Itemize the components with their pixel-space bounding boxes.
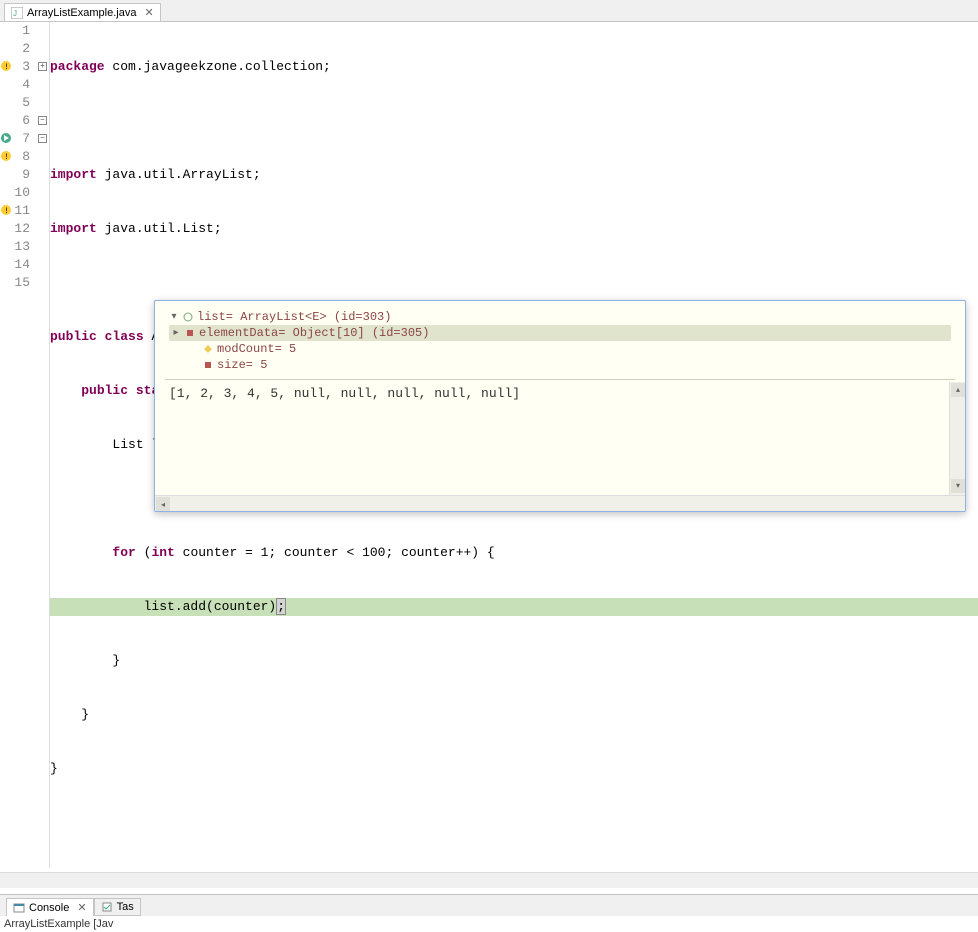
scroll-down-icon[interactable]: ▾ xyxy=(951,479,965,493)
svg-text:!: ! xyxy=(4,153,9,162)
warning-icon: ! xyxy=(0,150,12,162)
tree-node-label: modCount= 5 xyxy=(217,342,296,356)
expand-toggle-icon[interactable]: ▾ xyxy=(169,311,179,323)
console-icon xyxy=(13,902,25,914)
warning-icon: ! xyxy=(0,60,12,72)
scroll-left-icon[interactable]: ◂ xyxy=(156,497,170,511)
svg-text:!: ! xyxy=(4,63,9,72)
popup-horizontal-scrollbar[interactable]: ◂ xyxy=(155,495,965,511)
close-icon[interactable]: ✕ xyxy=(140,6,153,19)
tree-node-label: list= ArrayList<E> (id=303) xyxy=(197,310,391,324)
close-icon[interactable]: ✕ xyxy=(73,901,86,914)
tree-node-label: elementData= Object[10] (id=305) xyxy=(199,326,429,340)
svg-text:!: ! xyxy=(4,207,9,216)
warning-icon: ! xyxy=(0,204,12,216)
popup-vertical-scrollbar[interactable]: ▴ ▾ xyxy=(949,382,965,495)
line-number-gutter: 1 2 !3 4 5 6 7 !8 9 10 !11 12 13 14 15 xyxy=(0,22,36,868)
debug-hover-popup: ▾ list= ArrayList<E> (id=303) ▸ elementD… xyxy=(154,300,966,512)
tasks-tab[interactable]: Tas xyxy=(94,898,141,916)
editor-tab-bar: J ArrayListExample.java ✕ xyxy=(0,0,978,22)
tree-node-label: size= 5 xyxy=(217,358,267,372)
circle-icon xyxy=(183,312,193,322)
scroll-up-icon[interactable]: ▴ xyxy=(951,383,965,397)
run-icon xyxy=(0,132,12,144)
svg-text:J: J xyxy=(13,9,17,18)
square-icon xyxy=(185,328,195,338)
square-icon xyxy=(203,360,213,370)
editor-tab-label: ArrayListExample.java xyxy=(27,7,136,19)
variable-tree[interactable]: ▾ list= ArrayList<E> (id=303) ▸ elementD… xyxy=(155,301,965,377)
editor-horizontal-scrollbar[interactable] xyxy=(0,872,978,888)
console-tab-bar: Console ✕ Tas xyxy=(0,894,978,916)
fold-toggle-icon[interactable]: + xyxy=(38,62,47,71)
popup-divider xyxy=(165,379,955,380)
fold-column: + − − xyxy=(36,22,50,868)
tasks-tab-label: Tas xyxy=(117,901,134,913)
tree-node-elementdata[interactable]: ▸ elementData= Object[10] (id=305) xyxy=(169,325,951,341)
java-file-icon: J xyxy=(11,7,23,19)
diamond-icon xyxy=(203,344,213,354)
editor-tab[interactable]: J ArrayListExample.java ✕ xyxy=(4,3,161,21)
tree-node-size[interactable]: size= 5 xyxy=(169,357,951,373)
console-tab-label: Console xyxy=(29,902,69,914)
console-tab[interactable]: Console ✕ xyxy=(6,898,94,916)
fold-toggle-icon[interactable]: − xyxy=(38,134,47,143)
fold-toggle-icon[interactable]: − xyxy=(38,116,47,125)
console-launch-line: ArrayListExample [Jav xyxy=(0,916,978,932)
expand-toggle-icon[interactable]: ▸ xyxy=(171,327,181,339)
tree-node-list[interactable]: ▾ list= ArrayList<E> (id=303) xyxy=(169,309,951,325)
popup-output-area: [1, 2, 3, 4, 5, null, null, null, null, … xyxy=(155,382,965,511)
tree-node-modcount[interactable]: modCount= 5 xyxy=(169,341,951,357)
tasks-icon xyxy=(101,901,113,913)
popup-output-text: [1, 2, 3, 4, 5, null, null, null, null, … xyxy=(169,386,520,401)
